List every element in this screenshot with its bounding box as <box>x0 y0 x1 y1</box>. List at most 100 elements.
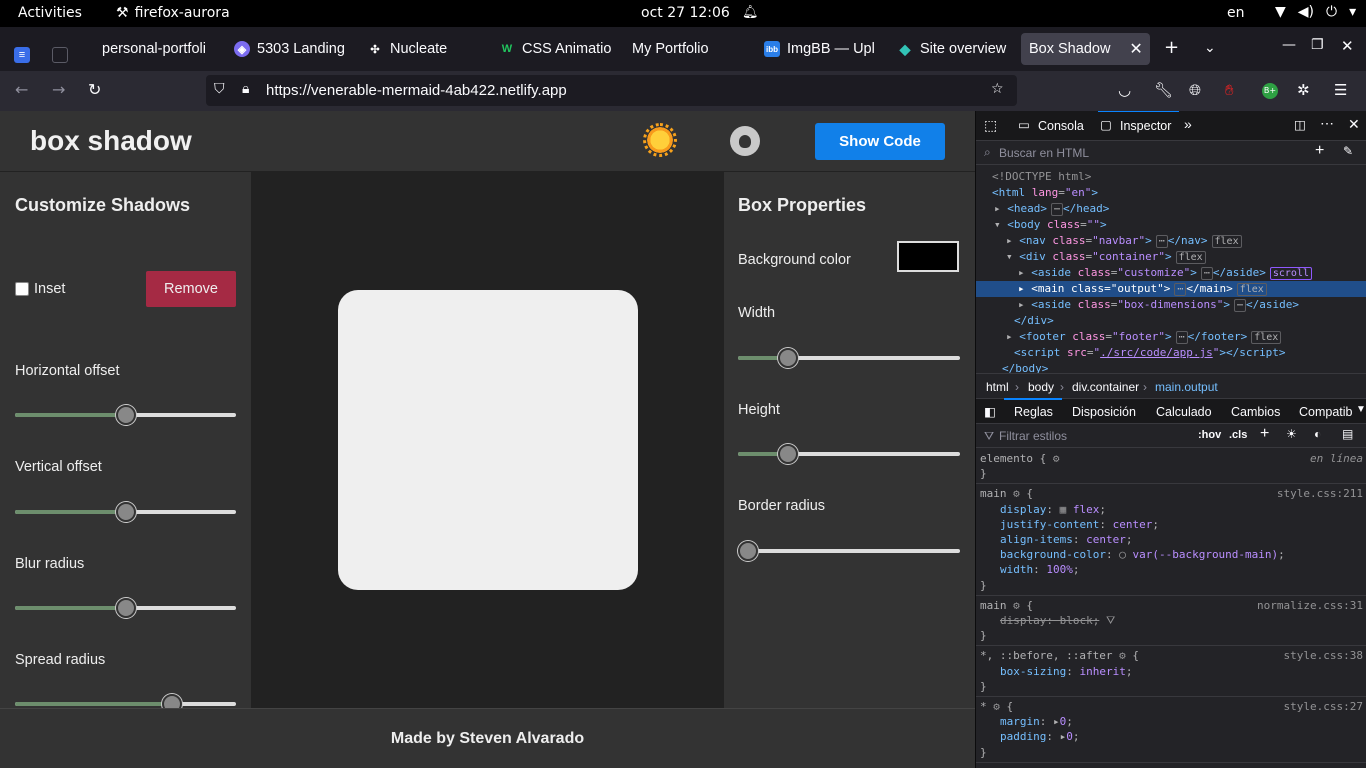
lock-icon[interactable]: 🔒︎ <box>242 81 249 97</box>
tree-line[interactable]: <!DOCTYPE html> <box>976 169 1366 185</box>
close-tab-icon[interactable]: ✕ <box>1129 39 1142 59</box>
list-all-tabs-icon[interactable]: ⌄ <box>1204 40 1216 56</box>
slider-thumb[interactable] <box>115 502 136 522</box>
close-window-icon[interactable]: ✕ <box>1341 37 1354 55</box>
app-menu[interactable]: ⚒ firefox-aurora <box>116 5 230 21</box>
tab-inspector[interactable]: Inspector <box>1097 111 1180 133</box>
slider-thumb[interactable] <box>115 405 136 425</box>
light-scheme-icon[interactable]: ☀ <box>1286 427 1297 441</box>
tree-line-selected[interactable]: ▸ <main class="output"> ⋯ </main> flex <box>976 281 1366 297</box>
hand-extension-icon[interactable]: ✋︎ <box>1225 81 1234 99</box>
breadcrumb-item-current[interactable]: main.output <box>1155 380 1218 394</box>
tree-line[interactable]: ▸ <aside class="customize"> ⋯ </aside> scro… <box>976 265 1366 281</box>
toggle-sidebar-icon[interactable]: ◧ <box>984 404 996 419</box>
rule-main-style[interactable]: main ⚙ {style.css:211 display: ▦ flex; j… <box>976 484 1366 596</box>
styles-filter-input[interactable]: Filtrar estilos <box>999 429 1067 443</box>
add-rule-icon[interactable]: + <box>1260 425 1269 443</box>
tab-css-animation[interactable]: W CSS Animatio <box>499 33 611 65</box>
system-tray[interactable]: ▼ ◀) ⏻ ▾ <box>1275 4 1356 20</box>
width-slider[interactable] <box>738 348 960 368</box>
url-text[interactable]: https://venerable-mermaid-4ab422.netlify… <box>266 82 567 99</box>
pocket-icon[interactable]: ◡ <box>1118 81 1131 99</box>
maximize-icon[interactable]: ❐ <box>1311 37 1324 53</box>
tree-line[interactable]: ▸ <head> ⋯ </head> <box>976 201 1366 217</box>
tree-line[interactable]: <script src="./src/code/app.js"></script… <box>976 345 1366 361</box>
cls-toggle[interactable]: .cls <box>1229 429 1247 441</box>
slider-thumb[interactable] <box>115 598 136 618</box>
devtools-menu-icon[interactable]: ⋯ <box>1320 115 1334 132</box>
inset-checkbox[interactable] <box>15 282 29 296</box>
html-search-input[interactable]: Buscar en HTML <box>999 146 1089 160</box>
firefox-view-icon[interactable]: ≡ <box>14 39 30 71</box>
slider-thumb[interactable] <box>738 541 758 561</box>
show-code-button[interactable]: Show Code <box>815 123 945 160</box>
more-tools-icon[interactable]: » <box>1184 116 1192 132</box>
tab-rules[interactable]: Reglas <box>1014 405 1053 419</box>
chevron-down-icon[interactable]: ▼ <box>1356 404 1366 415</box>
blur-radius-slider[interactable] <box>15 598 236 618</box>
tab-5303-landing[interactable]: ◈ 5303 Landing <box>234 33 346 65</box>
slider-thumb[interactable] <box>161 694 182 708</box>
rule-main-normalize[interactable]: main ⚙ {normalize.css:31 display: block;… <box>976 596 1366 647</box>
tab-computed[interactable]: Calculado <box>1156 405 1212 419</box>
activities-button[interactable]: Activities <box>18 5 82 21</box>
breadcrumb-item[interactable]: div.container <box>1072 380 1139 394</box>
html-search[interactable]: ⌕ Buscar en HTML + ✎ <box>976 141 1366 165</box>
styles-filter[interactable]: ⛛ Filtrar estilos :hov .cls + ☀ ◐ ▤ <box>976 424 1366 448</box>
hov-toggle[interactable]: :hov <box>1198 429 1221 441</box>
rule-universal[interactable]: * ⚙ {style.css:27 margin: ▸0; padding: ▸… <box>976 697 1366 763</box>
tab-nucleate[interactable]: ✣ Nucleate <box>367 33 479 65</box>
add-node-icon[interactable]: + <box>1315 142 1324 160</box>
tracking-protection-icon[interactable]: ⛉ <box>214 81 225 97</box>
tab-changes[interactable]: Cambios <box>1231 405 1280 419</box>
element-picker-icon[interactable]: ⬚ <box>984 117 997 134</box>
slider-thumb[interactable] <box>778 444 799 464</box>
theme-toggle-sun-icon[interactable] <box>643 123 677 157</box>
reload-icon[interactable]: ↻ <box>88 80 101 99</box>
breadcrumb-item[interactable]: body <box>1028 380 1054 394</box>
tree-line[interactable]: ▸ <aside class="box-dimensions"> ⋯ </aside… <box>976 297 1366 313</box>
spread-radius-slider[interactable] <box>15 694 236 708</box>
breadcrumb-item[interactable]: html <box>986 380 1009 394</box>
horizontal-offset-slider[interactable] <box>15 405 236 425</box>
tab-console[interactable]: Consola <box>1038 119 1084 133</box>
tree-line[interactable]: </div> <box>976 313 1366 329</box>
tab-box-shadow[interactable]: Box Shadow ✕ <box>1021 33 1150 65</box>
devtools-close-icon[interactable]: ✕ <box>1348 116 1360 133</box>
tree-line[interactable]: ▸ <nav class="navbar"> ⋯ </nav> flex <box>976 233 1366 249</box>
tab-compatibility[interactable]: Compatib <box>1299 405 1353 419</box>
tree-line[interactable]: ▾ <body class=""> <box>976 217 1366 233</box>
keyboard-language[interactable]: en <box>1227 5 1245 21</box>
background-color-picker[interactable] <box>897 241 959 272</box>
extension-b-icon[interactable]: B+ <box>1262 83 1278 99</box>
tab-imgbb[interactable]: ibb ImgBB — Upl <box>764 33 876 65</box>
dark-scheme-icon[interactable]: ◐ <box>1314 427 1321 441</box>
globe-icon[interactable]: 🌐︎ <box>1189 81 1201 99</box>
clock[interactable]: oct 27 12:06 <box>641 5 730 21</box>
tab-my-portfolio[interactable]: My Portfolio <box>632 33 744 65</box>
tab-site-overview[interactable]: ◆ Site overview <box>897 33 1009 65</box>
extensions-icon[interactable]: ✲ <box>1297 81 1310 99</box>
menu-icon[interactable]: ☰ <box>1334 81 1347 99</box>
bookmark-star-icon[interactable]: ☆ <box>991 81 1004 97</box>
slider-thumb[interactable] <box>778 348 799 368</box>
remove-shadow-button[interactable]: Remove <box>146 271 236 307</box>
rule-element[interactable]: elemento { ⚙ en línea } <box>976 449 1366 485</box>
rule-universal-pseudo[interactable]: *, ::before, ::after ⚙ {style.css:38 box… <box>976 646 1366 698</box>
tree-line[interactable]: ▸ <footer class="footer"> ⋯ </footer> flex <box>976 329 1366 345</box>
tab-layout[interactable]: Disposición <box>1072 405 1136 419</box>
back-icon[interactable]: ← <box>15 80 28 99</box>
tree-line[interactable]: ▾ <div class="container"> flex <box>976 249 1366 265</box>
wrench-icon[interactable]: 🔧︎ <box>1154 81 1173 99</box>
github-icon[interactable] <box>730 126 760 156</box>
tree-line[interactable]: <html lang="en"> <box>976 185 1366 201</box>
print-media-icon[interactable]: ▤ <box>1342 427 1353 441</box>
dock-side-icon[interactable]: ◫ <box>1294 117 1306 132</box>
vertical-offset-slider[interactable] <box>15 502 236 522</box>
eyedropper-icon[interactable]: ✎ <box>1343 144 1353 158</box>
url-bar[interactable]: ⛉ 🔒︎ https://venerable-mermaid-4ab422.ne… <box>206 75 1017 106</box>
minimize-icon[interactable]: — <box>1282 37 1296 53</box>
height-slider[interactable] <box>738 444 960 464</box>
border-radius-slider[interactable] <box>738 541 960 561</box>
tab-personal-portfolio[interactable]: personal-portfoli <box>102 33 214 65</box>
